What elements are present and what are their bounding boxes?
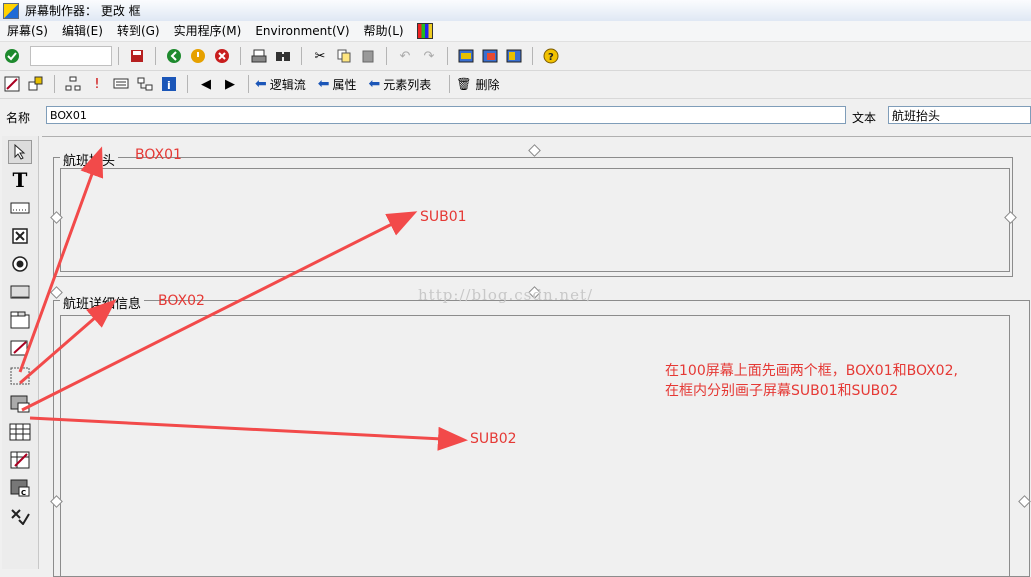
text-icon[interactable]: T <box>8 168 32 192</box>
title-bar: 屏幕制作器： 更改 框 <box>0 0 1031 22</box>
layout-icon[interactable] <box>456 46 476 66</box>
menu-screen[interactable]: 屏幕(S) <box>0 21 55 41</box>
confirm-icon[interactable] <box>2 46 22 66</box>
text-label: 文本 <box>852 111 877 125</box>
name-field[interactable]: BOX01 <box>46 106 846 124</box>
annotation-sub01: SUB01 <box>420 209 467 225</box>
back-icon[interactable] <box>164 46 184 66</box>
menu-edit[interactable]: 编辑(E) <box>55 21 110 41</box>
annotation-sub02: SUB02 <box>470 431 517 447</box>
app-icon <box>3 2 19 19</box>
text-field[interactable]: 航班抬头 <box>888 106 1031 124</box>
name-label: 名称 <box>6 111 31 125</box>
arrow-left-icon: ⬅ <box>317 76 330 92</box>
input-field-icon[interactable] <box>8 196 32 220</box>
command-field[interactable] <box>30 46 112 66</box>
dictionary-icon[interactable] <box>111 74 131 94</box>
arrow-left-icon: ⬅ <box>368 76 381 92</box>
checkbox-icon[interactable] <box>8 224 32 248</box>
graphics-icon[interactable] <box>504 46 524 66</box>
undo-icon[interactable]: ↶ <box>395 46 415 66</box>
tabstrip-wizard-icon[interactable] <box>8 336 32 360</box>
hierarchy-icon[interactable] <box>63 74 83 94</box>
menu-help[interactable]: 帮助(L) <box>357 21 411 41</box>
previous-icon[interactable]: ◀ <box>196 74 216 94</box>
subscreen-icon[interactable] <box>8 392 32 416</box>
annotation-box01: BOX01 <box>135 147 182 163</box>
logic-flow-button[interactable]: ⬅ 逻辑流 <box>255 76 306 93</box>
sub02-subscreen[interactable] <box>60 315 1010 577</box>
annotation-note-line2: 在框内分别画子屏幕SUB01和SUB02 <box>665 383 899 399</box>
element-list-button[interactable]: ⬅ 元素列表 <box>369 76 432 93</box>
window-layout-icon[interactable] <box>480 46 500 66</box>
svg-text:C: C <box>21 489 26 497</box>
resize-handle[interactable] <box>528 144 541 157</box>
svg-text:?: ? <box>548 52 554 63</box>
exit-icon[interactable] <box>188 46 208 66</box>
element-icon[interactable] <box>26 74 46 94</box>
menu-environment[interactable]: Environment(V) <box>248 21 356 41</box>
box01-title: 航班抬头 <box>60 150 119 169</box>
pushbutton-icon[interactable] <box>8 280 32 304</box>
window-title: 屏幕制作器： 更改 框 <box>25 4 141 18</box>
table-control-icon[interactable] <box>8 420 32 444</box>
help-icon[interactable]: ? <box>541 46 561 66</box>
annotation-note-line1: 在100屏幕上面先画两个框，BOX01和BOX02, <box>665 363 958 379</box>
box-icon[interactable] <box>8 364 32 388</box>
status-icon[interactable] <box>8 504 32 528</box>
arrow-left-icon: ⬅ <box>255 76 267 92</box>
print-icon[interactable] <box>249 46 269 66</box>
info-icon[interactable]: i <box>159 74 179 94</box>
copy-icon[interactable] <box>334 46 354 66</box>
toolbar-separator <box>118 47 119 65</box>
application-toolbar: ! i ◀ ▶ ⬅ 逻辑流 ⬅ 属性 ⬅ 元素列表 🗑 删除 <box>0 70 1031 99</box>
sub01-subscreen[interactable] <box>60 168 1010 272</box>
cancel-icon[interactable] <box>212 46 232 66</box>
box02-title: 航班详细信息 <box>60 293 145 312</box>
color-palette-icon[interactable] <box>416 23 433 39</box>
save-icon[interactable] <box>127 46 147 66</box>
next-icon[interactable]: ▶ <box>220 74 240 94</box>
cut-icon[interactable]: ✂ <box>310 46 330 66</box>
annotation-box02: BOX02 <box>158 293 205 309</box>
standard-toolbar: ✂ ↶ ↷ ? <box>0 42 1031 71</box>
delete-button[interactable]: 🗑 删除 <box>456 76 499 93</box>
name-bar: 名称 BOX01 文本 航班抬头 <box>0 100 1031 130</box>
menu-utilities[interactable]: 实用程序(M) <box>167 21 249 41</box>
svg-text:i: i <box>167 79 171 92</box>
table-wizard-icon[interactable] <box>8 448 32 472</box>
menu-bar: 屏幕(S) 编辑(E) 转到(G) 实用程序(M) Environment(V)… <box>0 21 1031 42</box>
tabstrip-icon[interactable] <box>8 308 32 332</box>
attributes-button[interactable]: ⬅ 属性 <box>318 76 357 93</box>
find-icon[interactable] <box>273 46 293 66</box>
cursor-icon[interactable] <box>8 140 32 164</box>
radio-button-icon[interactable] <box>8 252 32 276</box>
screen-canvas[interactable]: 航班抬头 航班详细信息 <box>42 136 1031 577</box>
edit-mode-icon[interactable] <box>2 74 22 94</box>
element-palette: T C <box>2 136 39 569</box>
paste-icon[interactable] <box>358 46 378 66</box>
menu-goto[interactable]: 转到(G) <box>110 21 167 41</box>
pin-icon[interactable]: ! <box>87 74 107 94</box>
network-icon[interactable] <box>135 74 155 94</box>
trash-icon: 🗑 <box>456 77 472 91</box>
watermark: http://blog.csdn.net/ <box>418 286 594 304</box>
redo-icon[interactable]: ↷ <box>419 46 439 66</box>
custom-control-icon[interactable]: C <box>8 476 32 500</box>
